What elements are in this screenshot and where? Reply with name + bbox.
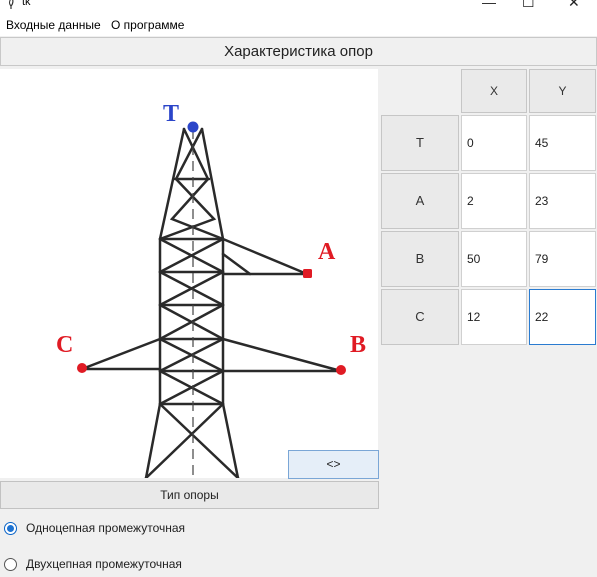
cell-c-x[interactable]: 12 [461, 289, 527, 345]
row-label-b: B [381, 231, 459, 287]
cell-b-y[interactable]: 79 [529, 231, 596, 287]
radio-single-circuit[interactable]: Одноцепная промежуточная [2, 521, 262, 539]
menu-input-data[interactable]: Входные данные [6, 18, 101, 32]
radio-indicator-checked[interactable] [4, 522, 17, 535]
point-b [336, 365, 346, 375]
label-a: A [318, 239, 336, 265]
point-c [77, 363, 87, 373]
maximize-button[interactable]: ☐ [522, 0, 535, 11]
feather-icon [9, 0, 14, 9]
title-bar: tk — ☐ ✕ [0, 0, 597, 16]
menu-bar: Входные данные О программе [0, 16, 597, 36]
cell-a-y[interactable]: 23 [529, 173, 596, 229]
type-button[interactable]: Тип опоры [0, 481, 379, 509]
cell-a-x[interactable]: 2 [461, 173, 527, 229]
point-a [303, 269, 312, 278]
radio-label: Одноцепная промежуточная [26, 521, 186, 535]
tower-diagram: T A B C [56, 101, 366, 478]
cell-c-y[interactable]: 22 [529, 289, 596, 345]
cell-b-x[interactable]: 50 [461, 231, 527, 287]
radio-label: Двухцепная промежуточная [26, 557, 182, 571]
window-title: tk [22, 0, 31, 8]
menu-about[interactable]: О программе [111, 18, 184, 32]
row-label-a: A [381, 173, 459, 229]
point-t [187, 121, 199, 133]
column-header-x: X [461, 69, 527, 113]
cell-t-x[interactable]: 0 [461, 115, 527, 171]
minimize-button[interactable]: — [482, 0, 496, 10]
cell-t-y[interactable]: 45 [529, 115, 596, 171]
radio-indicator-unchecked[interactable] [4, 558, 17, 571]
page-title: Характеристика опор [0, 37, 597, 66]
swap-button[interactable]: <> [288, 450, 379, 479]
radio-double-circuit[interactable]: Двухцепная промежуточная [2, 557, 262, 575]
row-label-t: T [381, 115, 459, 171]
label-c: C [56, 332, 73, 358]
column-header-y: Y [529, 69, 596, 113]
label-t: T [163, 101, 179, 127]
label-b: B [350, 332, 366, 358]
row-label-c: C [381, 289, 459, 345]
tower-canvas: T A B C [0, 69, 378, 478]
close-button[interactable]: ✕ [568, 0, 580, 11]
